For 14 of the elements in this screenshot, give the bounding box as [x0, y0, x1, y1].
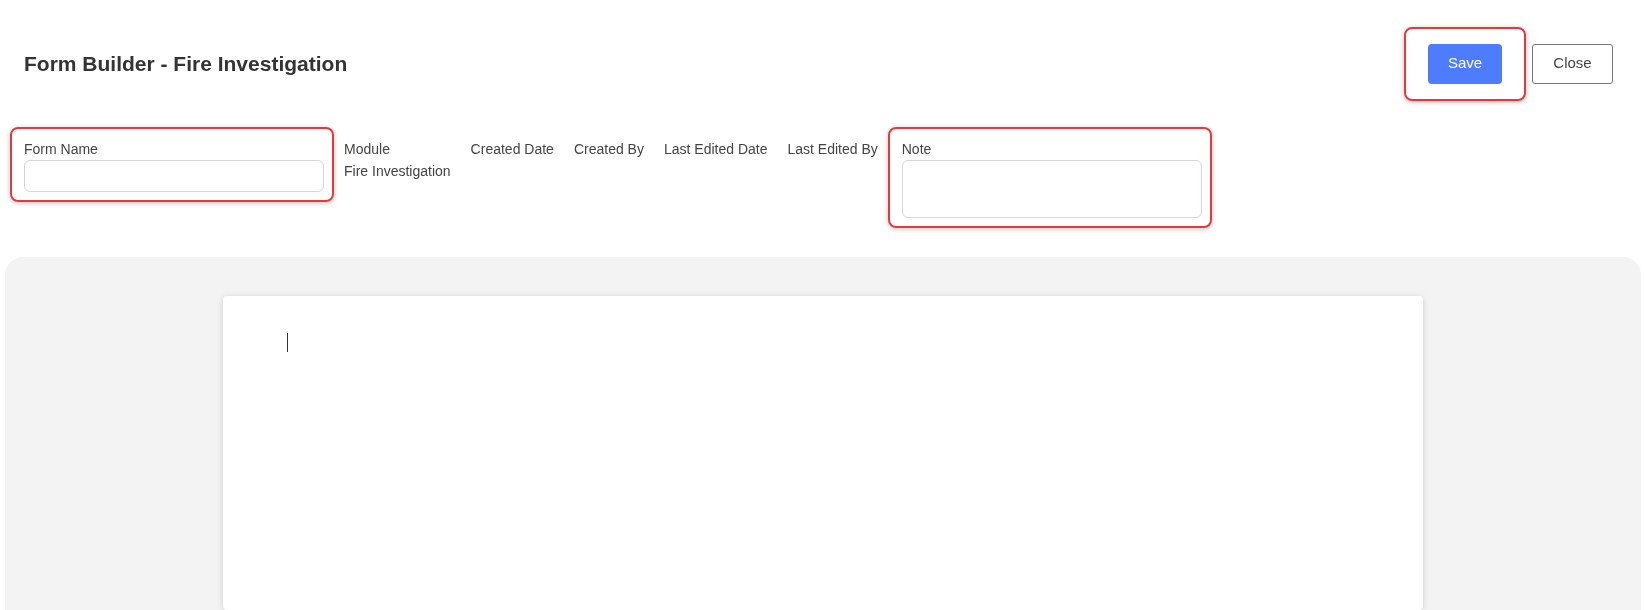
field-label: Note	[901, 140, 933, 159]
field-label: Last Edited By	[787, 140, 878, 159]
field-label: Form Name	[24, 140, 99, 159]
input-field[interactable]	[24, 160, 324, 192]
page-title: Form Builder - Fire Investigation	[24, 50, 348, 77]
save-button[interactable]: Save	[1428, 43, 1502, 84]
field-label: Module	[344, 140, 391, 159]
note-field[interactable]	[901, 160, 1202, 218]
close-button[interactable]: Close	[1532, 43, 1613, 84]
field-label: Last Edited Date	[663, 140, 768, 159]
text-cursor	[287, 333, 288, 352]
field-label: Created Date	[470, 140, 554, 159]
field-label: Created By	[573, 140, 644, 159]
field-value: Fire Investigation	[344, 162, 451, 181]
